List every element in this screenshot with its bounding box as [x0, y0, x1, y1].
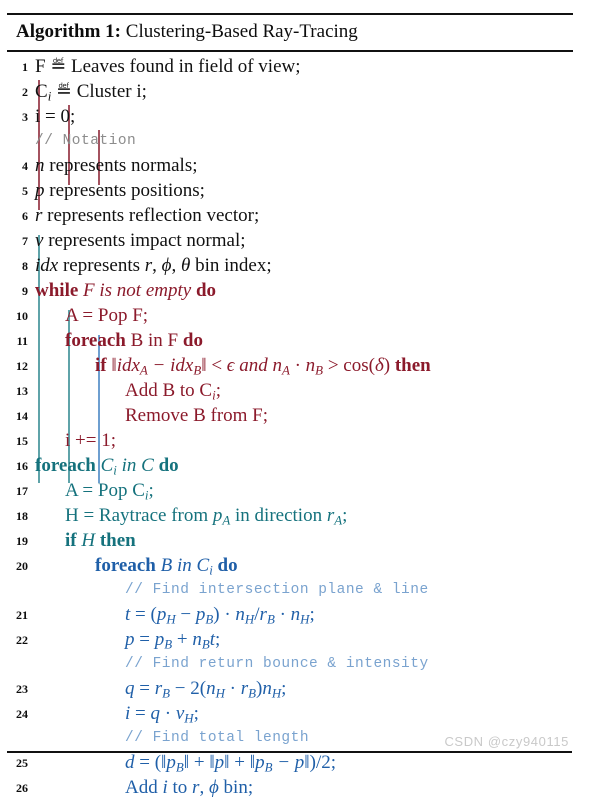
code-line: 5 p represents positions;: [0, 178, 593, 203]
comment-find-bounce: // Find return bounce & intensity: [125, 656, 429, 672]
line-number: 2: [22, 85, 28, 99]
algorithm-title: Algorithm 1: Clustering-Based Ray-Tracin…: [0, 15, 593, 50]
code-line: 10 A = Pop F;: [0, 303, 593, 328]
line-content-17: A = Pop Ci;: [65, 480, 154, 503]
line-number: 1: [22, 60, 28, 74]
line-number: 6: [22, 209, 28, 223]
line-number: 13: [16, 384, 28, 398]
comment-find-length: // Find total length: [125, 730, 310, 746]
comment-notation: // Notation: [35, 133, 137, 149]
line-content-22: p = pB + nBt;: [125, 629, 221, 652]
line-content-11: foreach B in F do: [65, 330, 203, 351]
line-number: 7: [22, 234, 28, 248]
code-line: 22 p = pB + nBt;: [0, 627, 593, 652]
code-line: 8 idx represents r, ϕ, θ bin index;: [0, 253, 593, 278]
line-number: 24: [16, 707, 28, 721]
line-number: 23: [16, 682, 28, 696]
line-content-20: foreach B in Ci do: [95, 555, 238, 578]
line-number: 3: [22, 110, 28, 124]
code-line: 11 foreach B in F do: [0, 328, 593, 353]
line-content-3: i = 0;: [35, 106, 76, 127]
line-number: 5: [22, 184, 28, 198]
line-number: 4: [22, 159, 28, 173]
code-line: 20 foreach B in Ci do: [0, 553, 593, 578]
line-number: 14: [16, 409, 28, 423]
watermark: CSDN @czy940115: [444, 734, 569, 749]
line-number: 15: [16, 434, 28, 448]
line-content-21: t = (pH − pB) · nH/rB · nH;: [125, 604, 315, 627]
line-content-24: i = q · vH;: [125, 703, 199, 726]
code-line: 17 A = Pop Ci;: [0, 478, 593, 503]
line-content-19: if H then: [65, 530, 136, 551]
line-number: 20: [16, 559, 28, 573]
code-line: 15 i += 1;: [0, 428, 593, 453]
line-content-2: Ci ≝ Cluster i;: [35, 81, 147, 104]
line-number: 16: [16, 459, 28, 473]
code-line: 4 n represents normals;: [0, 153, 593, 178]
algorithm-body: 1 F ≝ Leaves found in field of view; 2 C…: [0, 52, 593, 800]
line-number: 21: [16, 608, 28, 622]
code-line: 18 H = Raytrace from pA in direction rA;: [0, 503, 593, 528]
code-line: 21 t = (pH − pB) · nH/rB · nH;: [0, 602, 593, 627]
line-content-9: while F is not empty do: [35, 280, 217, 301]
line-content-8: idx represents r, ϕ, θ bin index;: [35, 255, 272, 276]
code-line: 6 r represents reflection vector;: [0, 203, 593, 228]
line-content-10: A = Pop F;: [65, 305, 149, 326]
line-content-25: d = (‖pB‖ + ‖p‖ + ‖pB − p‖)/2;: [125, 752, 337, 775]
line-content-16: foreach Ci in C do: [35, 455, 179, 478]
code-line: 23 q = rB − 2(nH · rB)nH;: [0, 676, 593, 701]
line-content-4: n represents normals;: [35, 155, 198, 176]
line-number: 19: [16, 534, 28, 548]
code-line: 19 if H then: [0, 528, 593, 553]
code-line: 9 while F is not empty do: [0, 278, 593, 303]
line-content-12: if ‖idxA − idxB‖ < ϵ and nA · nB > cos(δ…: [95, 355, 431, 378]
line-number: 8: [22, 259, 28, 273]
line-content-15: i += 1;: [65, 430, 116, 451]
line-number: 10: [16, 309, 28, 323]
line-number: 22: [16, 633, 28, 647]
line-content-7: v represents impact normal;: [35, 230, 246, 251]
line-number: 12: [16, 359, 28, 373]
code-line: 3 i = 0;: [0, 104, 593, 129]
algorithm-title-name: Clustering-Based Ray-Tracing: [125, 21, 358, 42]
line-content-23: q = rB − 2(nH · rB)nH;: [125, 678, 287, 701]
line-number: 11: [16, 334, 28, 348]
code-line: 13 Add B to Ci;: [0, 378, 593, 403]
line-number: 18: [16, 509, 28, 523]
line-number: 9: [22, 284, 28, 298]
algorithm-block: Algorithm 1: Clustering-Based Ray-Tracin…: [0, 0, 593, 798]
code-line-comment: // Find intersection plane & line: [0, 578, 593, 602]
code-line: 7 v represents impact normal;: [0, 228, 593, 253]
line-content-6: r represents reflection vector;: [35, 205, 260, 226]
line-content-5: p represents positions;: [35, 180, 205, 201]
code-line-comment: // Notation: [0, 129, 593, 153]
line-number: 26: [16, 781, 28, 795]
line-content-13: Add B to Ci;: [125, 380, 221, 403]
line-content-1: F ≝ Leaves found in field of view;: [35, 56, 301, 77]
code-line: 1 F ≝ Leaves found in field of view;: [0, 54, 593, 79]
code-line-comment: // Find return bounce & intensity: [0, 652, 593, 676]
comment-find-plane: // Find intersection plane & line: [125, 582, 429, 598]
code-line: 26 Add i to r, ϕ bin;: [0, 775, 593, 800]
code-line: 16 foreach Ci in C do: [0, 453, 593, 478]
code-line: 24 i = q · vH;: [0, 701, 593, 726]
line-number: 17: [16, 484, 28, 498]
code-line: 25 d = (‖pB‖ + ‖p‖ + ‖pB − p‖)/2;: [0, 750, 593, 775]
code-line: 14 Remove B from F;: [0, 403, 593, 428]
line-content-26: Add i to r, ϕ bin;: [125, 777, 254, 798]
code-line: 2 Ci ≝ Cluster i;: [0, 79, 593, 104]
line-content-18: H = Raytrace from pA in direction rA;: [65, 505, 348, 528]
algorithm-title-label: Algorithm 1:: [16, 21, 122, 42]
code-line: 12 if ‖idxA − idxB‖ < ϵ and nA · nB > co…: [0, 353, 593, 378]
line-content-14: Remove B from F;: [125, 405, 269, 426]
rule-bottom: [7, 751, 572, 753]
